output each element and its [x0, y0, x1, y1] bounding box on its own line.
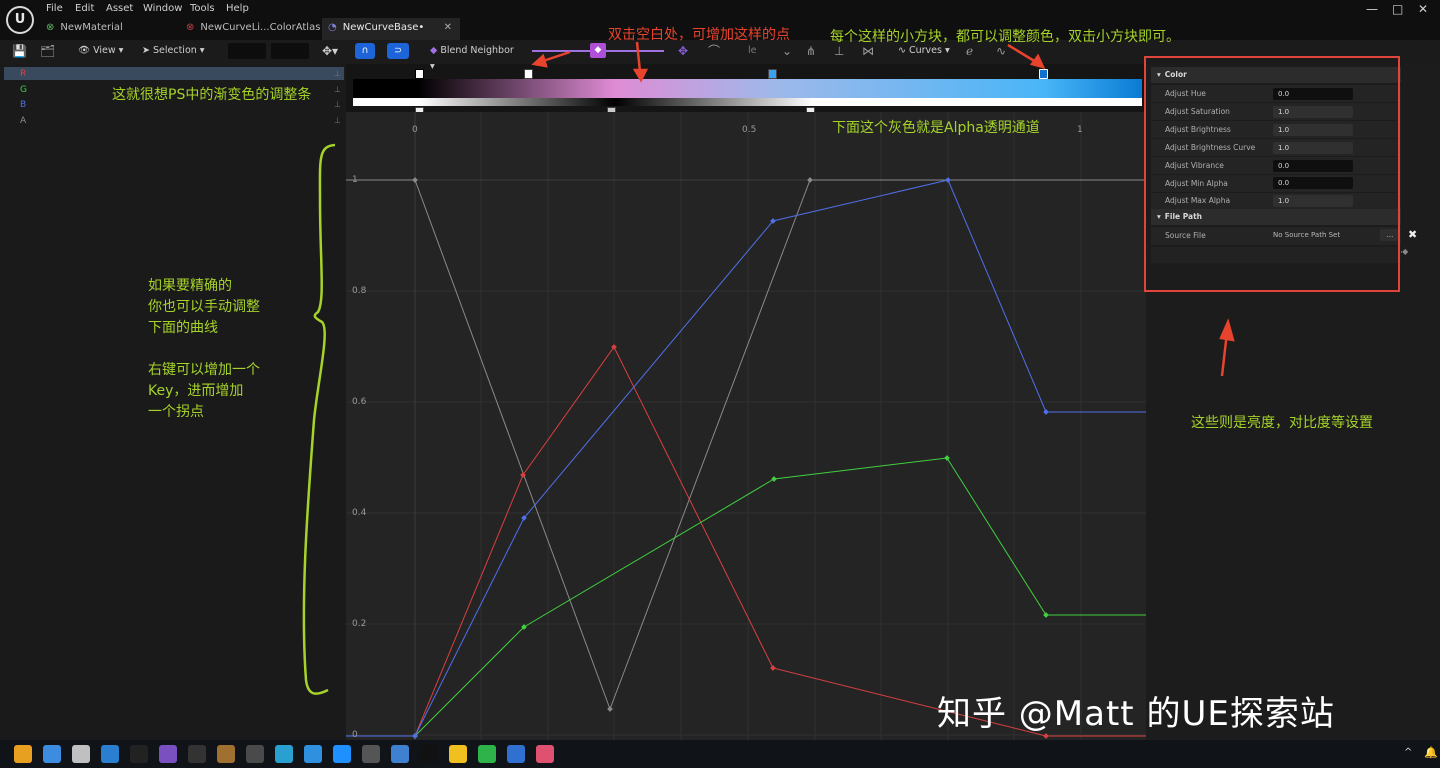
annotation-brightness: 这些则是亮度，对比度等设置 — [1191, 415, 1373, 431]
watermark: 知乎 @Matt 的UE探索站 — [937, 694, 1335, 734]
annotation-alpha-channel: 下面这个灰色就是Alpha透明通道 — [832, 120, 1040, 136]
taskbar-app3-icon[interactable] — [362, 745, 380, 763]
taskbar-unity-icon[interactable] — [130, 745, 148, 763]
taskbar-app4-icon[interactable] — [391, 745, 409, 763]
arrow-head — [1219, 318, 1235, 342]
arrow-head — [632, 68, 649, 83]
taskbar-app2-icon[interactable] — [304, 745, 322, 763]
taskbar-blender-icon[interactable] — [217, 745, 235, 763]
arrow-head — [1029, 53, 1046, 69]
tray-chevron-icon[interactable]: ^ — [1404, 747, 1412, 758]
arrow-head — [531, 53, 548, 68]
bracket — [302, 143, 336, 695]
taskbar-app5-icon[interactable] — [507, 745, 525, 763]
annotation-each-square: 每个这样的小方块，都可以调整颜色，双击小方块即可。 — [830, 29, 1180, 45]
annotation-ps-gradient: 这就很想PS中的渐变色的调整条 — [112, 87, 312, 103]
arrow — [1007, 43, 1037, 64]
taskbar-wechat-icon[interactable] — [478, 745, 496, 763]
taskbar-notes-icon[interactable] — [449, 745, 467, 763]
taskbar-avatar-icon[interactable] — [72, 745, 90, 763]
taskbar — [0, 740, 1440, 768]
notification-icon[interactable]: 🔔 — [1424, 746, 1438, 759]
taskbar-qq-icon[interactable] — [333, 745, 351, 763]
taskbar-ue-icon[interactable] — [420, 745, 438, 763]
taskbar-box-icon[interactable] — [246, 745, 264, 763]
annotation-double-click: 双击空白处，可增加这样的点 — [608, 27, 790, 43]
taskbar-terminal-icon[interactable] — [188, 745, 206, 763]
taskbar-vscode-icon[interactable] — [101, 745, 119, 763]
arrow — [635, 41, 642, 73]
taskbar-vs-icon[interactable] — [159, 745, 177, 763]
taskbar-app-icon[interactable] — [275, 745, 293, 763]
taskbar-chrome-icon[interactable] — [43, 745, 61, 763]
annotation-precise: 如果要精确的 你也可以手动调整 下面的曲线 右键可以增加一个 Key，进而增加 … — [148, 278, 260, 420]
taskbar-app6-icon[interactable] — [536, 745, 554, 763]
taskbar-files-icon[interactable] — [14, 745, 32, 763]
